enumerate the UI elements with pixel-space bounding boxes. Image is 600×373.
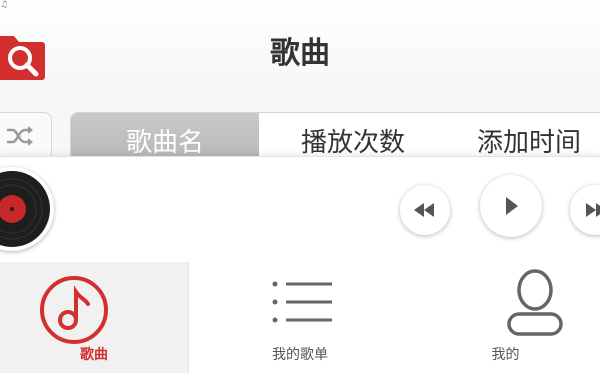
bottom-nav: 歌曲 我的歌单 我的	[0, 262, 600, 373]
nav-label-playlists: 我的歌单	[272, 347, 328, 363]
rewind-button[interactable]	[400, 185, 450, 235]
status-icon: ♫	[0, 0, 9, 10]
person-icon	[507, 269, 563, 336]
sort-tabs: 歌曲名 播放次数 添加时间	[70, 112, 600, 162]
nav-songs[interactable]: 歌曲	[0, 262, 189, 373]
nav-mine[interactable]: 我的	[411, 262, 600, 373]
rewind-icon	[414, 203, 434, 217]
shuffle-button[interactable]	[0, 112, 52, 160]
tab-date-added[interactable]: 添加时间	[447, 113, 600, 161]
player-bar	[0, 156, 600, 264]
fast-forward-button[interactable]	[570, 185, 600, 235]
play-button[interactable]	[480, 175, 542, 237]
play-icon	[506, 197, 518, 215]
page-title: 歌曲	[270, 36, 330, 71]
list-icon	[272, 281, 332, 323]
top-bar: ♫ 歌曲	[0, 0, 600, 101]
nav-playlists[interactable]: 我的歌单	[189, 262, 411, 373]
shuffle-icon	[7, 126, 33, 146]
album-art[interactable]	[0, 167, 54, 251]
tab-song-name[interactable]: 歌曲名	[71, 113, 259, 161]
nav-label-songs: 歌曲	[80, 347, 108, 363]
music-note-icon	[40, 276, 108, 344]
fast-forward-icon	[586, 203, 600, 217]
nav-label-mine: 我的	[491, 347, 520, 363]
tab-play-count[interactable]: 播放次数	[259, 113, 447, 161]
vinyl-record-icon	[0, 171, 50, 247]
